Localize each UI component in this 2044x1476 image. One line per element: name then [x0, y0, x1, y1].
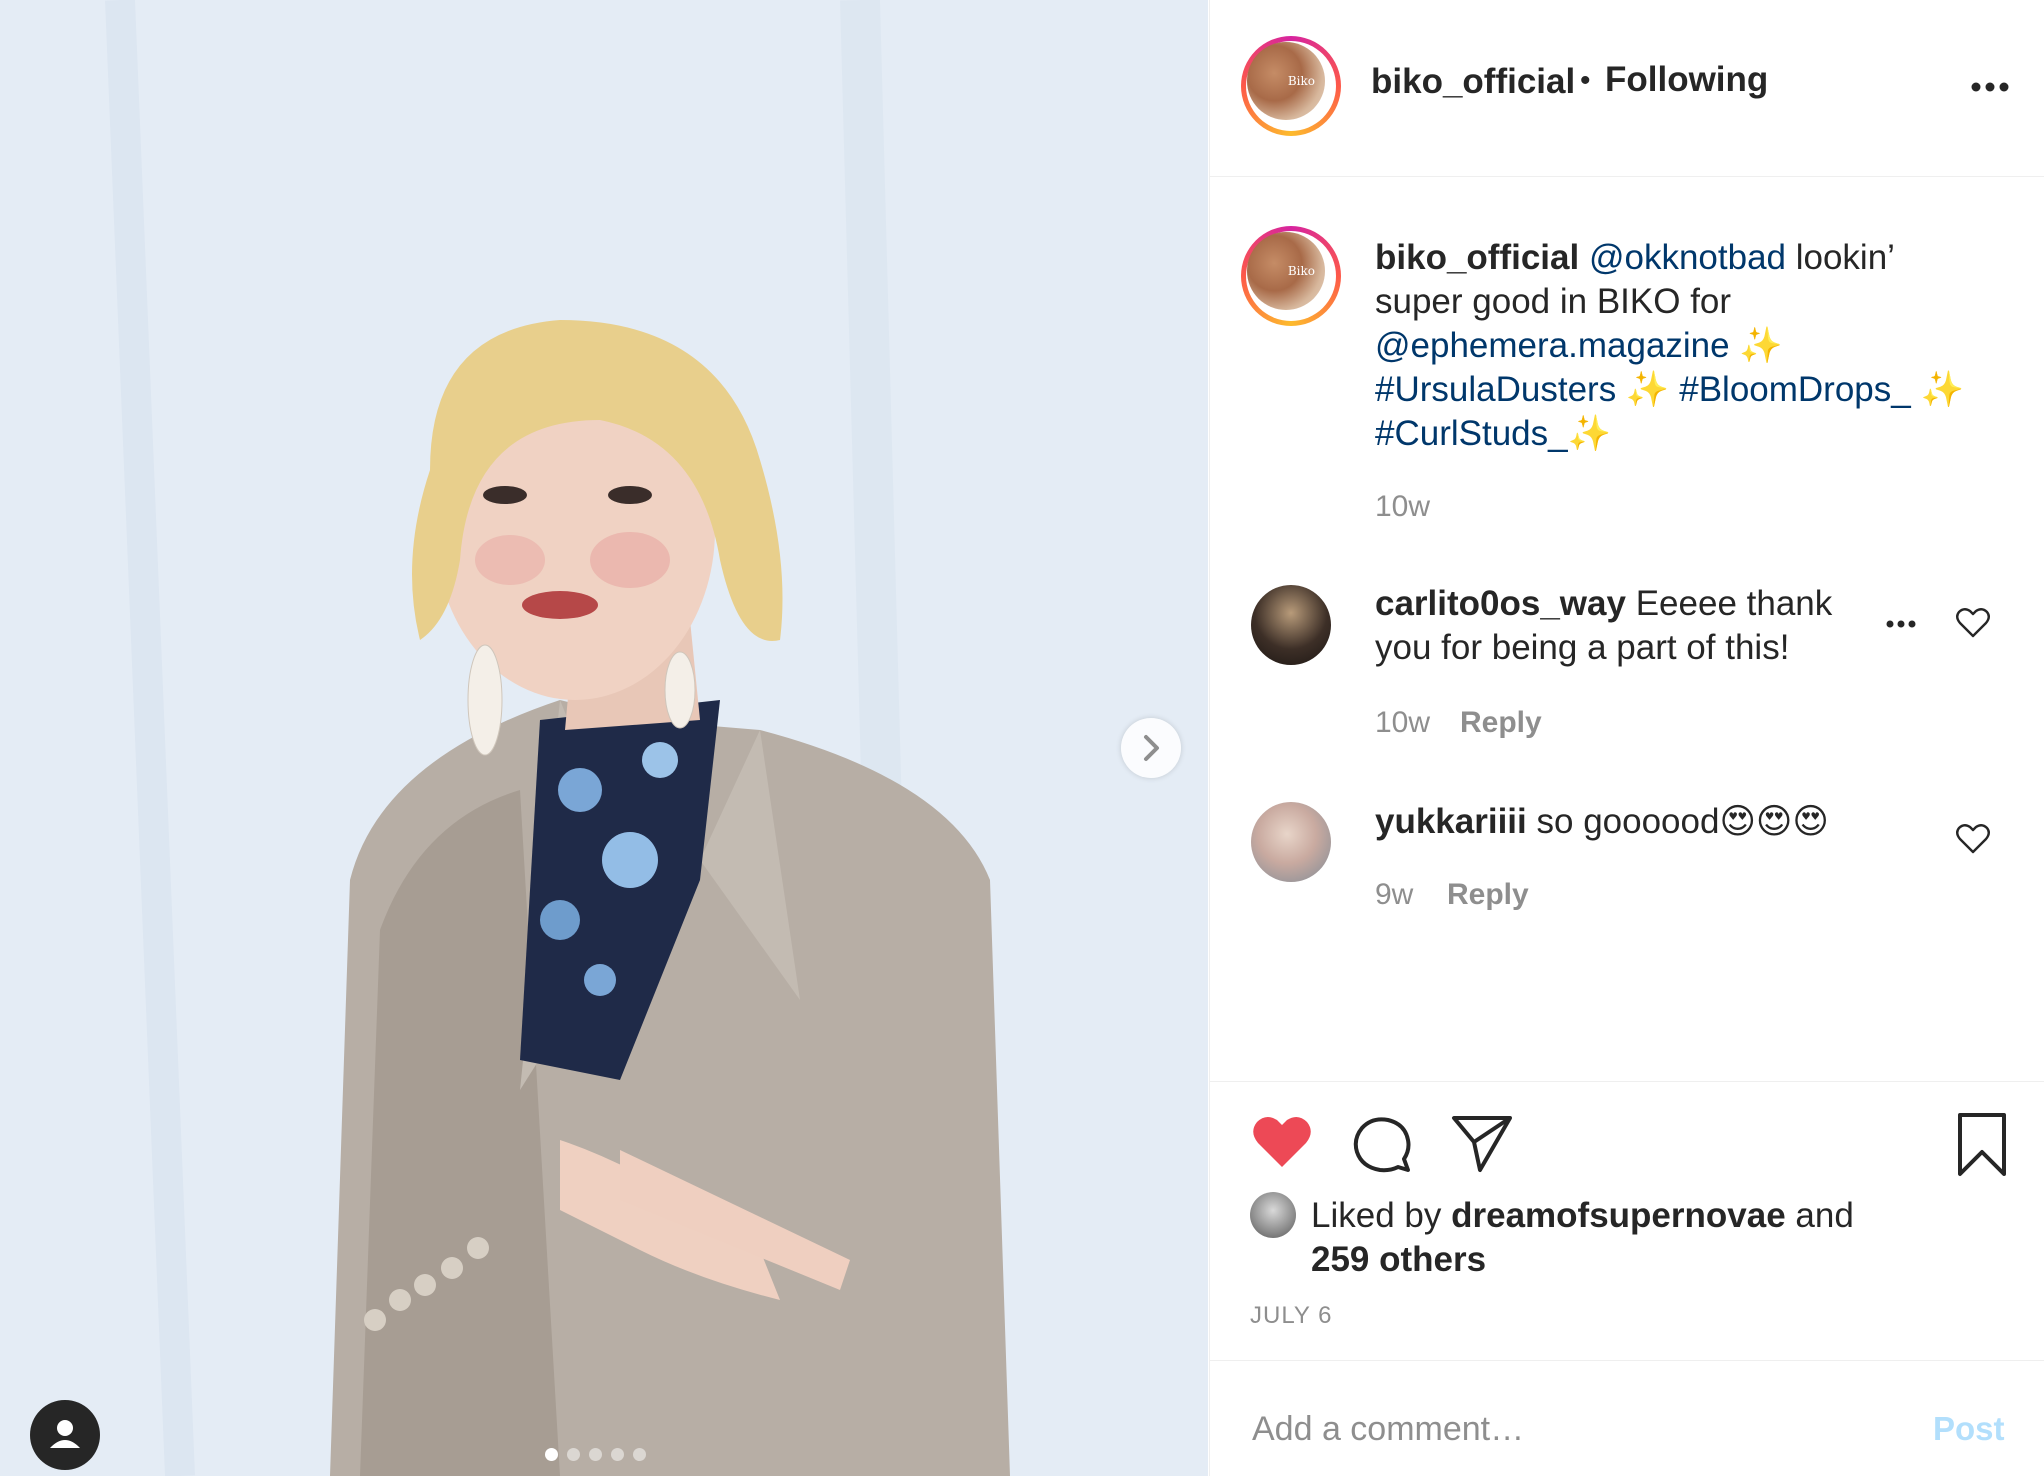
post-side-panel: Biko biko_official • Following Biko biko…	[1209, 0, 2044, 1476]
following-button[interactable]: Following	[1605, 60, 1768, 100]
caption-age: 10w	[1375, 490, 1431, 523]
heart-outline-icon	[1956, 608, 1990, 638]
caption-text-segment: ✨	[1910, 370, 1965, 409]
reply-button[interactable]: Reply	[1460, 706, 1542, 740]
share-button[interactable]	[1450, 1112, 1514, 1176]
more-options-icon	[1971, 82, 2009, 92]
comment-body: so goooood😍😍😍	[1536, 802, 1829, 841]
carousel-dot	[567, 1448, 580, 1461]
caption-text-segment: ✨	[1616, 370, 1680, 409]
liker-avatar[interactable]	[1250, 1192, 1296, 1238]
caption-username[interactable]: biko_official	[1375, 238, 1579, 277]
comment-avatar[interactable]	[1251, 802, 1331, 882]
like-button[interactable]	[1250, 1112, 1314, 1172]
user-tag-icon	[50, 1420, 80, 1448]
caption-mention-link[interactable]: @okknotbad	[1589, 238, 1786, 277]
comment-like-button[interactable]	[1955, 606, 1991, 640]
likes-others-link[interactable]: 259 others	[1311, 1240, 1486, 1279]
header-separator: •	[1580, 64, 1591, 97]
heart-icon	[1253, 1116, 1311, 1167]
comment-avatar[interactable]	[1251, 585, 1331, 665]
post-header: Biko biko_official • Following	[1210, 0, 2044, 176]
caption-avatar[interactable]: Biko	[1241, 226, 1341, 326]
more-options-icon	[1886, 620, 1916, 628]
likes-prefix: Liked by	[1311, 1196, 1442, 1235]
caption-mention-link[interactable]: @ephemera.magazine	[1375, 326, 1730, 365]
comment-age: 10w	[1375, 706, 1431, 739]
carousel-dot	[633, 1448, 646, 1461]
caption-text-segment: ✨	[1567, 414, 1612, 453]
author-avatar-image: Biko	[1247, 42, 1325, 120]
carousel-indicator	[545, 1448, 646, 1461]
comment-icon	[1353, 1117, 1411, 1173]
comment-box-divider	[1210, 1360, 2044, 1361]
comment-like-button[interactable]	[1955, 822, 1991, 856]
carousel-dot	[589, 1448, 602, 1461]
caption-avatar-image: Biko	[1247, 232, 1325, 310]
caption-text-segment: ✨	[1729, 326, 1783, 365]
carousel-dot	[611, 1448, 624, 1461]
reply-button[interactable]: Reply	[1447, 878, 1529, 912]
heart-outline-icon	[1956, 824, 1990, 854]
author-username[interactable]: biko_official	[1371, 62, 1575, 102]
post-image[interactable]	[0, 0, 1208, 1476]
comment-age: 9w	[1375, 878, 1414, 911]
caption-text: biko_official @okknotbad lookin’ super g…	[1375, 236, 1975, 456]
likes-conjunction: and	[1795, 1196, 1854, 1235]
header-divider	[1210, 176, 2044, 177]
comment-text: yukkariiii so goooood😍😍😍	[1375, 800, 1935, 844]
caption-hashtag-link[interactable]: #CurlStuds_	[1375, 414, 1568, 453]
author-avatar[interactable]: Biko	[1241, 36, 1341, 136]
tagged-users-button[interactable]	[30, 1400, 100, 1470]
chevron-right-icon	[1144, 735, 1159, 761]
comment-text: carlito0os_way Eeeee thank you for being…	[1375, 582, 1895, 670]
likes-text: Liked by dreamofsupernovae and 259 other…	[1311, 1194, 1911, 1282]
comment-username[interactable]: yukkariiii	[1375, 802, 1527, 841]
paper-plane-icon	[1452, 1116, 1512, 1172]
post-date[interactable]: JULY 6	[1250, 1302, 1333, 1330]
model-photo	[0, 0, 1208, 1476]
comment-button[interactable]	[1350, 1112, 1414, 1176]
comment-username[interactable]: carlito0os_way	[1375, 584, 1626, 623]
carousel-dot-active	[545, 1448, 558, 1461]
caption-hashtag-link[interactable]: #BloomDrops_	[1679, 370, 1911, 409]
post-comment-button[interactable]: Post	[1933, 1410, 2005, 1448]
actions-divider	[1210, 1081, 2044, 1082]
comment-options-button[interactable]	[1880, 612, 1924, 636]
save-button[interactable]	[1952, 1110, 2012, 1180]
comment-input[interactable]	[1250, 1400, 1874, 1458]
liker-username[interactable]: dreamofsupernovae	[1451, 1196, 1786, 1235]
more-options-button[interactable]	[1966, 72, 2016, 102]
caption-hashtag-link[interactable]: #UrsulaDusters	[1375, 370, 1616, 409]
bookmark-icon	[1958, 1113, 2006, 1176]
next-image-button[interactable]	[1121, 718, 1181, 778]
